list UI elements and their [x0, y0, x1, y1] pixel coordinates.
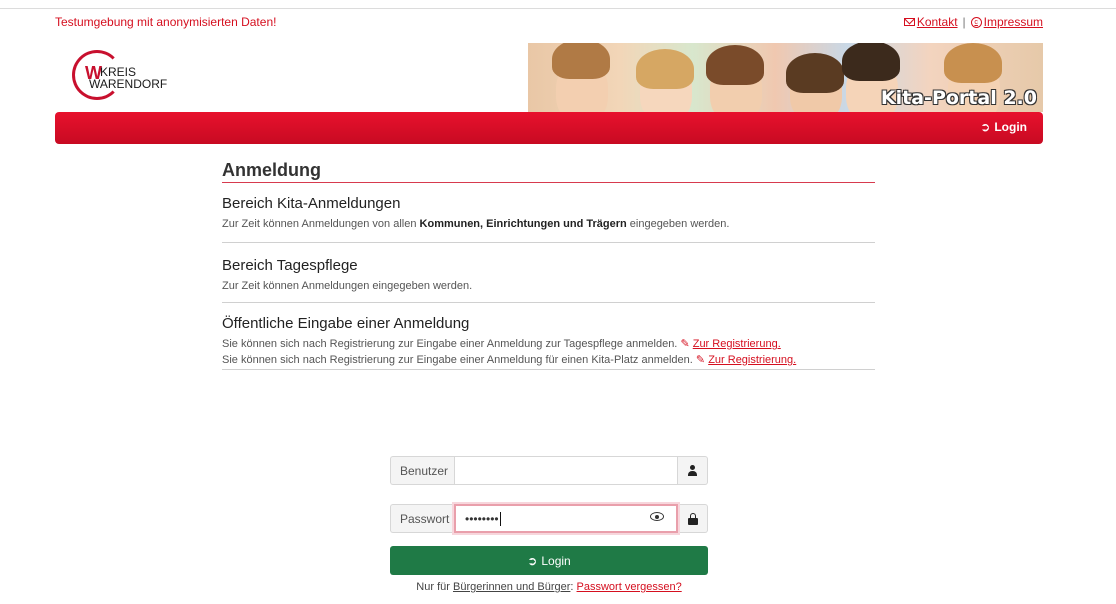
section-kita-text: Zur Zeit können Anmeldungen von allen Ko… [222, 216, 875, 232]
username-label: Benutzer [390, 456, 454, 485]
password-addon [678, 504, 708, 533]
username-addon [678, 456, 708, 485]
password-value: •••••••• [465, 511, 499, 526]
password-input[interactable]: •••••••• [454, 504, 678, 533]
lock-icon [687, 512, 698, 525]
sign-in-icon: ➲ [527, 553, 538, 568]
hero-hair [842, 43, 900, 81]
forgot-prefix: Nur für [416, 581, 453, 593]
username-input[interactable] [454, 456, 678, 485]
hero-hair [636, 49, 694, 89]
navbar-login-button[interactable]: ➲ Login [980, 120, 1027, 134]
username-group: Benutzer [390, 456, 708, 485]
login-form: Benutzer Passwort •••••••• ➲ Login Nur f… [390, 456, 708, 593]
forgot-password-line: Nur für Bürgerinnen und Bürger: Passwort… [390, 581, 708, 593]
logo-text: KREIS WARENDORF [89, 66, 167, 90]
top-links: Kontakt | c Impressum [903, 15, 1043, 29]
section-kita: Bereich Kita-Anmeldungen Zur Zeit können… [222, 195, 875, 243]
section-public-title: Öffentliche Eingabe einer Anmeldung [222, 315, 470, 332]
public-line-kita: Sie können sich nach Registrierung zur E… [222, 352, 875, 368]
mail-icon [903, 18, 915, 26]
text-caret [499, 511, 501, 526]
edit-icon: ✎ [695, 354, 706, 366]
hero-hair [944, 43, 1002, 83]
kreis-warendorf-logo[interactable]: W KREIS WARENDORF [72, 50, 172, 100]
public-line-1-text: Sie können sich nach Registrierung zur E… [222, 338, 678, 350]
imprint-link[interactable]: c Impressum [970, 15, 1043, 29]
register-link-tagespflege[interactable]: Zur Registrierung. [693, 338, 781, 350]
hero-hair [786, 53, 844, 93]
section-tagespflege: Bereich Tagespflege Zur Zeit können Anme… [222, 257, 875, 303]
password-label: Passwort [390, 504, 454, 533]
login-button[interactable]: ➲ Login [390, 546, 708, 575]
section-public: Öffentliche Eingabe einer Anmeldung Sie … [222, 315, 875, 370]
edit-icon: ✎ [680, 338, 690, 350]
main-content: Anmeldung Bereich Kita-Anmeldungen Zur Z… [222, 160, 875, 370]
hero-hair [706, 45, 764, 85]
password-group: Passwort •••••••• [390, 504, 708, 533]
section-tagespflege-text: Zur Zeit können Anmeldungen eingegeben w… [222, 280, 473, 292]
forgot-citizens: Bürgerinnen und Bürger [452, 581, 571, 593]
public-line-2-text: Sie können sich nach Registrierung zur E… [222, 354, 693, 366]
forgot-password-link[interactable]: Passwort vergessen? [577, 581, 682, 593]
user-icon [687, 464, 698, 477]
kita-text-bold: Kommunen, Einrichtungen und Trägern [419, 218, 627, 230]
sign-in-icon: ➲ [980, 120, 991, 134]
top-divider [0, 0, 1116, 9]
copyright-icon: c [970, 16, 982, 28]
page-title: Anmeldung [222, 160, 875, 183]
login-button-label: Login [541, 553, 571, 568]
register-link-kita[interactable]: Zur Registrierung. [708, 354, 796, 366]
test-environment-banner: Testumgebung mit anonymisierten Daten! [55, 15, 277, 29]
logo-line-2: WARENDORF [89, 77, 168, 91]
public-line-tagespflege: Sie können sich nach Registrierung zur E… [222, 336, 875, 352]
main-navbar: ➲ Login [55, 112, 1043, 144]
hero-hair [552, 43, 610, 79]
eye-icon[interactable] [650, 512, 664, 521]
hero-banner: Kita-Portal 2.0 [528, 43, 1043, 112]
link-separator: | [962, 15, 966, 29]
imprint-link-label: Impressum [983, 15, 1043, 29]
contact-link[interactable]: Kontakt [903, 15, 958, 29]
section-kita-title: Bereich Kita-Anmeldungen [222, 195, 401, 212]
kita-text-pre: Zur Zeit können Anmeldungen von allen [222, 218, 420, 230]
contact-link-label: Kontakt [916, 15, 958, 29]
navbar-login-label: Login [994, 120, 1027, 134]
section-tagespflege-title: Bereich Tagespflege [222, 257, 358, 274]
kita-text-post: eingegeben werden. [626, 218, 730, 230]
portal-title: Kita-Portal 2.0 [880, 87, 1037, 109]
